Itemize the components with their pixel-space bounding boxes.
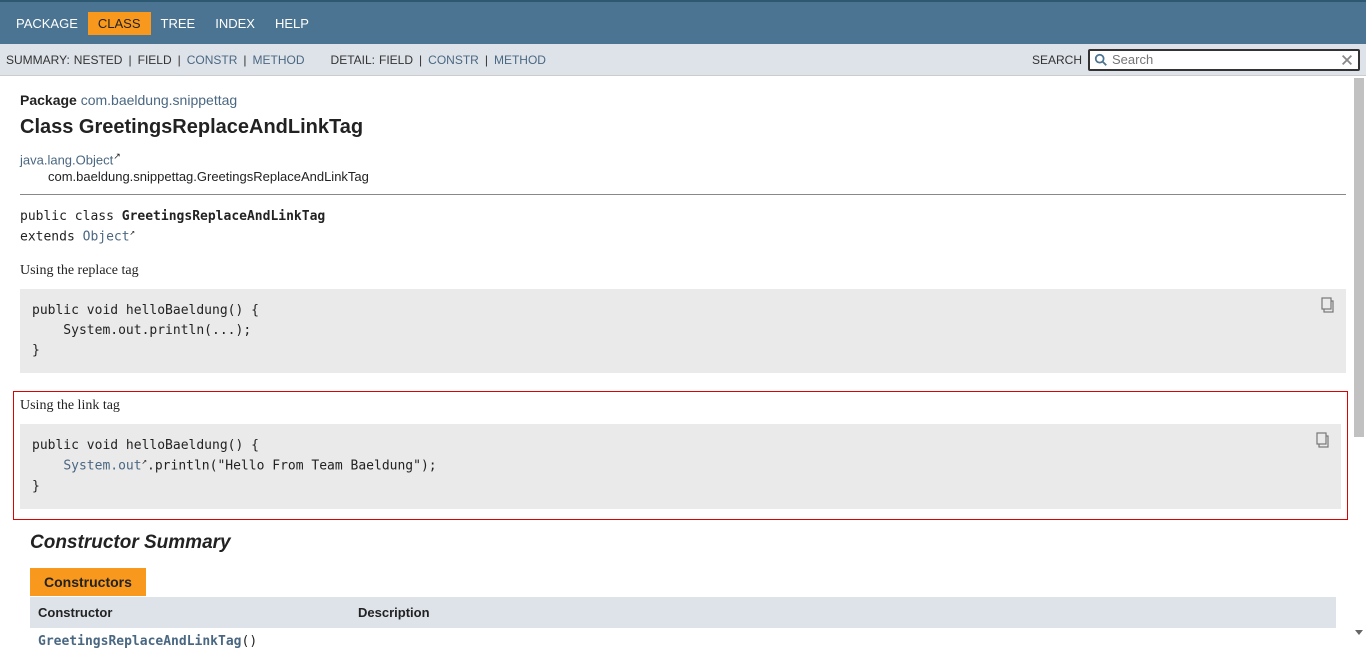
package-label: Package [20, 92, 77, 108]
constructor-params: () [242, 634, 258, 649]
constructor-summary-title: Constructor Summary [30, 532, 1346, 554]
separator: | [483, 53, 490, 67]
signature-prefix: public class [20, 209, 122, 224]
package-line: Package com.baeldung.snippettag [20, 92, 1346, 108]
separator: | [417, 53, 424, 67]
inheritance-link-object[interactable]: java.lang.Object [20, 152, 113, 167]
external-link-icon: ↗ [113, 151, 121, 161]
detail-group: DETAIL: FIELD | CONSTR | METHOD [331, 53, 546, 67]
constructor-description [358, 634, 1328, 649]
snippet-line2-prefix [32, 459, 63, 474]
code-snippet-replace: public void helloBaeldung() { System.out… [20, 289, 1346, 373]
inheritance-current: com.baeldung.snippettag.GreetingsReplace… [48, 169, 1346, 184]
snippet-system-out-link[interactable]: System.out [63, 459, 141, 474]
divider [20, 194, 1346, 195]
summary-nested: NESTED [74, 53, 123, 67]
nav-help[interactable]: HELP [265, 12, 319, 35]
class-title: Class GreetingsReplaceAndLinkTag [20, 116, 1346, 139]
snippet-line2-suffix: .println("Hello From Team Baeldung"); [147, 459, 437, 474]
table-header-row: Constructor Description [30, 596, 1336, 628]
scroll-down-arrow-icon[interactable] [1354, 627, 1364, 637]
constructor-link[interactable]: GreetingsReplaceAndLinkTag [38, 634, 242, 649]
close-icon[interactable] [1340, 53, 1354, 67]
nav-tree[interactable]: TREE [151, 12, 206, 35]
summary-method-link[interactable]: METHOD [253, 53, 305, 67]
content-area: Package com.baeldung.snippettag Class Gr… [0, 76, 1366, 671]
constructor-tabs: Constructors [30, 568, 1346, 596]
description-link: Using the link tag [20, 398, 1341, 414]
nav-class[interactable]: CLASS [88, 12, 151, 35]
detail-label: DETAIL: [331, 53, 375, 67]
search-box [1088, 49, 1360, 71]
snippet-code: public void helloBaeldung() { System.out… [32, 303, 259, 358]
summary-group: SUMMARY: NESTED | FIELD | CONSTR | METHO… [6, 53, 305, 67]
class-signature: public class GreetingsReplaceAndLinkTag … [20, 207, 1346, 246]
col-header-description: Description [358, 605, 1328, 620]
external-link-icon: ↗ [130, 228, 135, 238]
snippet-line1: public void helloBaeldung() { [32, 438, 259, 453]
detail-field: FIELD [379, 53, 413, 67]
code-snippet-link: public void helloBaeldung() { System.out… [20, 424, 1341, 509]
copy-icon[interactable] [1315, 432, 1331, 448]
detail-constr-link[interactable]: CONSTR [428, 53, 479, 67]
col-header-constructor: Constructor [38, 605, 358, 620]
scrollbar[interactable] [1352, 78, 1366, 639]
tab-constructors[interactable]: Constructors [30, 568, 146, 596]
snippet-line3: } [32, 479, 40, 494]
separator: | [241, 53, 248, 67]
separator: | [176, 53, 183, 67]
top-nav: PACKAGE CLASS TREE INDEX HELP [0, 0, 1366, 44]
signature-classname: GreetingsReplaceAndLinkTag [122, 209, 326, 224]
description-replace: Using the replace tag [20, 263, 1346, 279]
constructor-table: Constructor Description GreetingsReplace… [30, 596, 1336, 655]
inheritance-tree: java.lang.Object↗ com.baeldung.snippetta… [20, 151, 1346, 184]
highlighted-region: Using the link tag public void helloBael… [13, 391, 1348, 520]
summary-constr-link[interactable]: CONSTR [187, 53, 238, 67]
detail-method-link[interactable]: METHOD [494, 53, 546, 67]
summary-field: FIELD [138, 53, 172, 67]
nav-index[interactable]: INDEX [205, 12, 265, 35]
scrollbar-thumb[interactable] [1354, 78, 1364, 437]
search-group: SEARCH [1032, 49, 1360, 71]
nav-package[interactable]: PACKAGE [6, 12, 88, 35]
separator: | [126, 53, 133, 67]
search-icon [1094, 53, 1108, 67]
signature-extends-link[interactable]: Object [83, 229, 130, 244]
search-input[interactable] [1108, 52, 1340, 67]
summary-label: SUMMARY: [6, 53, 70, 67]
sub-nav: SUMMARY: NESTED | FIELD | CONSTR | METHO… [0, 44, 1366, 76]
copy-icon[interactable] [1320, 297, 1336, 313]
package-link[interactable]: com.baeldung.snippettag [81, 92, 237, 108]
signature-extends-prefix: extends [20, 229, 83, 244]
search-label: SEARCH [1032, 53, 1082, 67]
table-row: GreetingsReplaceAndLinkTag() [30, 628, 1336, 655]
